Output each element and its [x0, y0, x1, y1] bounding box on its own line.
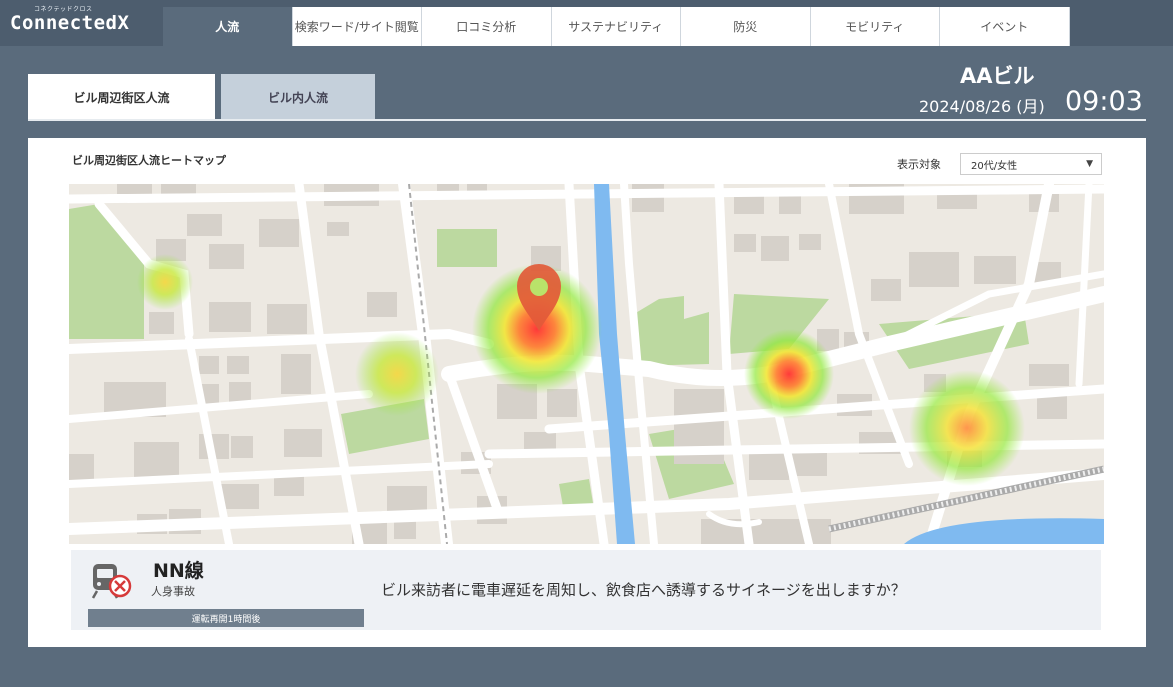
nav-tab-search-words[interactable]: 検索ワード/サイト閲覧: [292, 7, 422, 46]
current-date: 2024/08/26 (月): [919, 97, 1045, 116]
panel-title: ビル周辺街区人流ヒートマップ: [72, 154, 226, 167]
nav-tab-event[interactable]: イベント: [940, 7, 1070, 46]
train-delay-alert: NN線 人身事故 運転再開1時間後 ビル来訪者に電車遅延を周知し、飲食店へ誘導す…: [71, 550, 1101, 630]
current-time: 09:03: [1065, 86, 1143, 117]
nav-tab-sustainability[interactable]: サステナビリティ: [551, 7, 681, 46]
brand-name: ConnectedX: [10, 12, 130, 34]
nav-tab-disaster[interactable]: 防災: [681, 7, 811, 46]
nav-tab-mobility[interactable]: モビリティ: [810, 7, 940, 46]
heat-spot: [355, 332, 439, 416]
heatmap-map[interactable]: [69, 184, 1104, 544]
heat-spot: [137, 254, 193, 310]
train-line-name: NN線: [153, 560, 204, 582]
subtab-inside[interactable]: ビル内人流: [221, 74, 375, 120]
nav-tab-reviews[interactable]: 口コミ分析: [422, 7, 552, 46]
resume-status: 運転再開1時間後: [88, 609, 364, 627]
heat-spot: [744, 329, 834, 419]
subtab-surrounding[interactable]: ビル周辺街区人流: [28, 74, 215, 120]
target-select[interactable]: 20代/女性 ▼: [960, 153, 1102, 175]
building-name: AAビル: [960, 64, 1035, 88]
delay-cause: 人身事故: [151, 585, 195, 598]
nav-tab-people-flow[interactable]: 人流: [163, 7, 293, 46]
subtab-divider: [28, 119, 1146, 121]
heat-spot: [909, 370, 1025, 486]
filter-label: 表示対象: [897, 158, 941, 171]
heatmap-panel: ビル周辺街区人流ヒートマップ 表示対象 20代/女性 ▼ NN線 人身事故 運転…: [28, 138, 1146, 647]
target-select-value: 20代/女性: [971, 160, 1018, 172]
top-bar: コネクテッドクロス ConnectedX 人流 検索ワード/サイト閲覧 口コミ分…: [0, 0, 1173, 46]
main-nav: 人流 検索ワード/サイト閲覧 口コミ分析 サステナビリティ 防災 モビリティ イ…: [163, 7, 1070, 46]
chevron-down-icon: ▼: [1086, 159, 1093, 169]
map-canvas: [69, 184, 1104, 544]
train-stopped-icon: [91, 564, 132, 599]
brand-logo[interactable]: コネクテッドクロス ConnectedX: [8, 4, 158, 42]
signage-question[interactable]: ビル来訪者に電車遅延を周知し、飲食店へ誘導するサイネージを出しますか？: [381, 579, 906, 600]
